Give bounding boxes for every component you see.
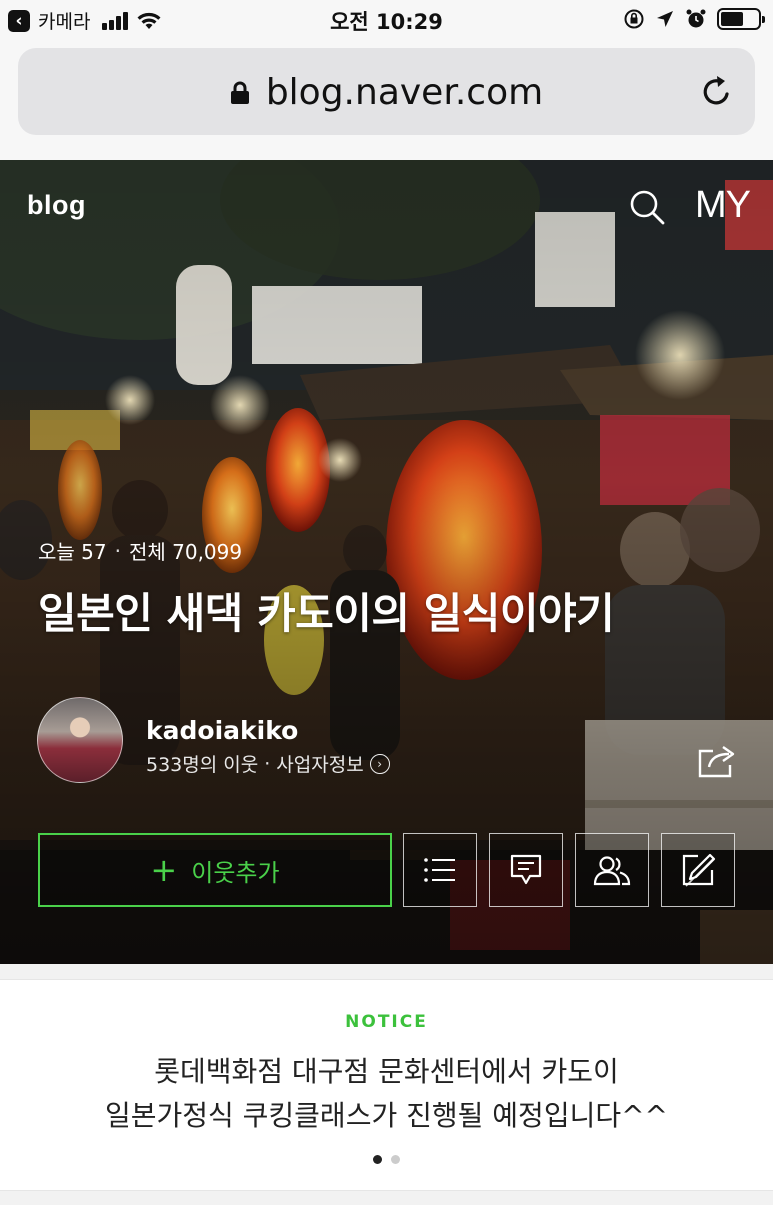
add-neighbor-button[interactable]: + 이웃추가	[38, 833, 392, 907]
address-bar[interactable]: blog.naver.com	[18, 48, 755, 135]
browser-toolbar: blog.naver.com	[0, 40, 773, 160]
blog-title: 일본인 새댁 카도이의 일식이야기	[38, 589, 615, 638]
people-icon	[593, 856, 631, 886]
notice-text-line-2[interactable]: 일본가정식 쿠킹클래스가 진행될 예정입니다^^	[0, 1094, 773, 1134]
blog-header: blog MY 오늘 57 · 전체 70,099 일본인 새댁 카도이의 일식…	[0, 160, 773, 964]
visits-total: 전체 70,099	[128, 540, 243, 564]
neighbor-count[interactable]: 533명의 이웃	[146, 750, 258, 777]
write-post-button[interactable]	[661, 833, 735, 907]
location-icon	[657, 11, 673, 27]
chevron-right-icon[interactable]: ›	[369, 753, 390, 774]
visitor-counts: 오늘 57 · 전체 70,099	[38, 536, 242, 565]
write-icon	[682, 853, 716, 887]
my-button[interactable]: MY	[695, 184, 751, 227]
list-icon	[424, 858, 455, 882]
comment-icon	[510, 854, 542, 885]
status-bar: ‹ 카메라 오전 10:29	[0, 0, 773, 40]
add-neighbor-label: 이웃추가	[191, 858, 280, 887]
notice-pagination	[0, 1155, 773, 1164]
lock-icon	[230, 81, 249, 104]
plus-icon: +	[150, 851, 178, 889]
neighbors-button[interactable]	[575, 833, 649, 907]
notice-banner[interactable]: NOTICE 롯데백화점 대구점 문화센터에서 카도이 일본가정식 쿠킹클래스가…	[0, 979, 773, 1191]
notice-text-line-1[interactable]: 롯데백화점 대구점 문화센터에서 카도이	[0, 1050, 773, 1090]
alarm-icon	[686, 9, 706, 28]
visits-today: 오늘 57	[38, 540, 107, 564]
url-text[interactable]: blog.naver.com	[266, 72, 543, 113]
business-info-link[interactable]: 사업자정보	[276, 750, 363, 777]
orientation-lock-icon	[624, 9, 644, 29]
username[interactable]: kadoiakiko	[146, 716, 298, 745]
page-dot[interactable]	[391, 1155, 400, 1164]
page-dot-active[interactable]	[373, 1155, 382, 1164]
post-list-button[interactable]	[403, 833, 477, 907]
share-icon[interactable]	[697, 743, 737, 779]
search-icon[interactable]	[628, 188, 666, 226]
battery-icon	[717, 8, 765, 30]
avatar[interactable]	[37, 697, 123, 783]
guestbook-button[interactable]	[489, 833, 563, 907]
profile-meta: 533명의 이웃 · 사업자정보 ›	[146, 750, 390, 777]
notice-label: NOTICE	[345, 1012, 428, 1032]
reload-icon[interactable]	[701, 74, 733, 108]
blog-logo[interactable]: blog	[27, 190, 86, 221]
